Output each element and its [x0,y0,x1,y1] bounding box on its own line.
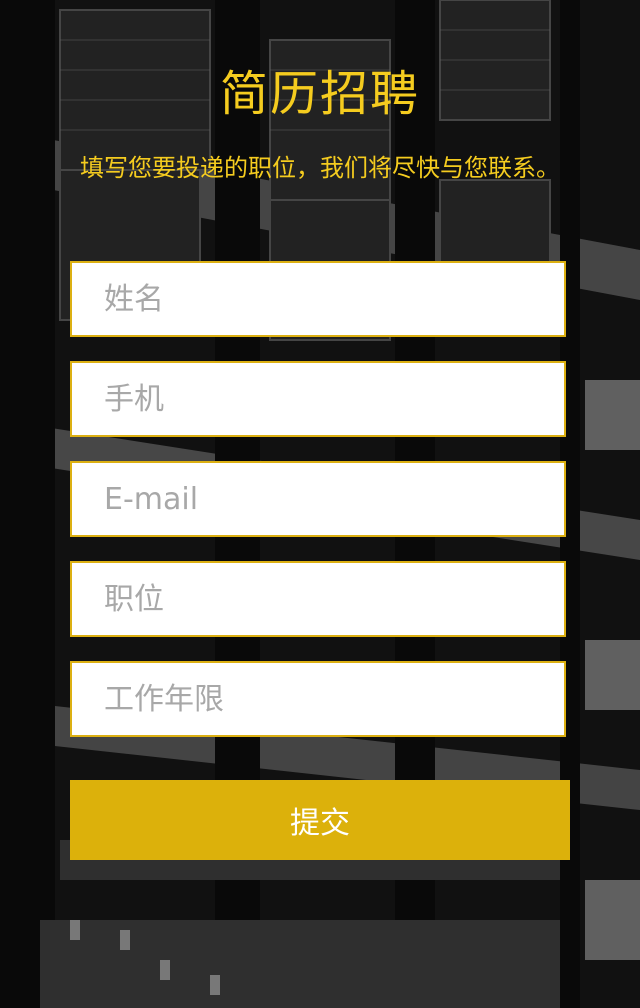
years-of-experience-input[interactable] [70,661,566,737]
page-subtitle: 填写您要投递的职位，我们将尽快与您联系。 [80,154,560,182]
resume-form-page: 简历招聘 填写您要投递的职位，我们将尽快与您联系。 提交 [0,0,640,1008]
email-input[interactable] [70,461,566,537]
name-input[interactable] [70,261,566,337]
submit-button[interactable]: 提交 [70,780,570,860]
phone-input[interactable] [70,361,566,437]
page-title: 简历招聘 [219,66,420,122]
position-input[interactable] [70,561,566,637]
